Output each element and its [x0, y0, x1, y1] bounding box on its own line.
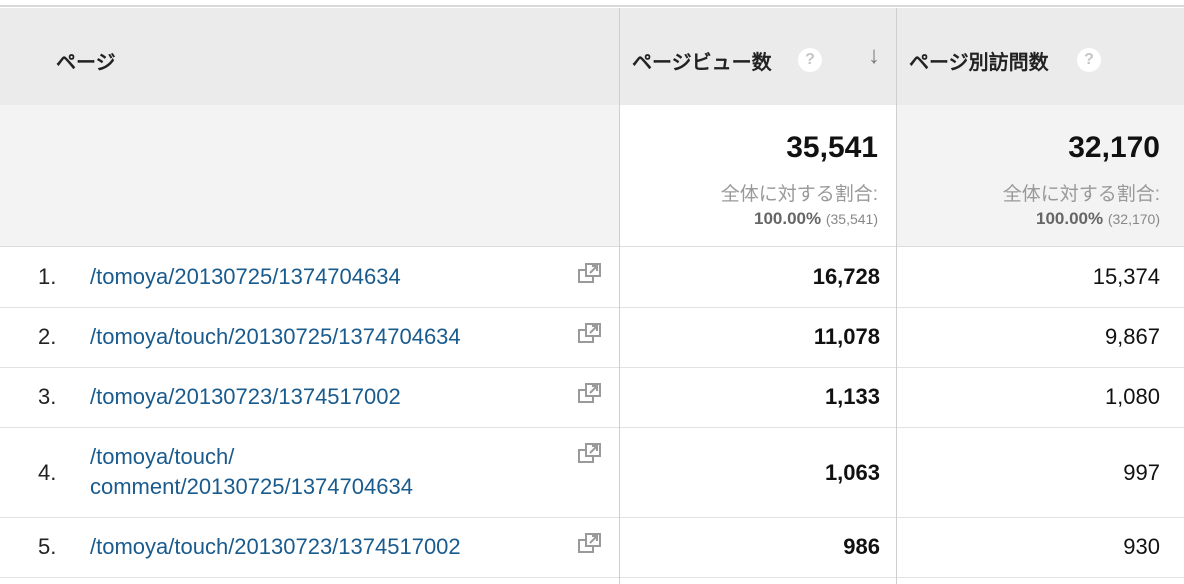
unique-pageviews-total: 32,170: [1068, 131, 1160, 164]
column-header-pageviews-label: ページビュー数: [632, 52, 772, 74]
page-link-line1[interactable]: /tomoya/touch/: [90, 444, 234, 469]
summary-pageviews-cell: 35,541 全体に対する割合: 100.00% (35,541): [620, 105, 896, 246]
page-link[interactable]: /tomoya/20130723/1374517002: [90, 382, 401, 412]
report-table: ページ ページビュー数 ? ↓ ページ別訪問数 ? 35,541 全体に対する割…: [0, 0, 1184, 584]
pageviews-value: 1,133: [824, 384, 880, 409]
pageviews-value: 986: [843, 534, 880, 559]
row-index: 4.: [38, 460, 57, 485]
table-row: 3. /tomoya/20130723/1374517002 1,133 1,0…: [0, 368, 1184, 428]
popout-icon[interactable]: [578, 263, 602, 285]
page-link[interactable]: /tomoya/touch/20130725/1374704634: [90, 322, 461, 352]
column-header-unique-pageviews[interactable]: ページ別訪問数 ?: [897, 8, 1184, 105]
row-index: 2.: [38, 324, 57, 349]
pageviews-pct-total: (35,541): [825, 211, 878, 227]
page-link-line2[interactable]: comment/20130725/1374704634: [90, 474, 413, 499]
table-row: 1. /tomoya/20130725/1374704634 16,728 15…: [0, 248, 1184, 308]
pageviews-value: 16,728: [812, 264, 880, 289]
column-header-unique-pageviews-label: ページ別訪問数: [909, 52, 1049, 74]
pageviews-pct: 100.00% (35,541): [754, 209, 878, 229]
row-index: 5.: [38, 534, 57, 559]
pageviews-value: 1,063: [824, 460, 880, 485]
table-header: ページ ページビュー数 ? ↓ ページ別訪問数 ?: [0, 8, 1184, 105]
row-index: 1.: [38, 264, 57, 289]
column-header-pageviews[interactable]: ページビュー数 ? ↓: [620, 8, 896, 105]
page-link[interactable]: /tomoya/touch/comment/20130725/137470463…: [90, 442, 413, 502]
unique-pageviews-value: 1,080: [1104, 384, 1160, 409]
popout-icon[interactable]: [578, 323, 602, 345]
pageviews-pct-value: 100.00%: [753, 209, 822, 228]
column-header-page[interactable]: ページ: [0, 8, 619, 105]
help-icon[interactable]: ?: [798, 48, 822, 72]
unique-pct-label: 全体に対する割合:: [1002, 184, 1160, 205]
unique-pageviews-value: 15,374: [1092, 264, 1160, 289]
pageviews-total: 35,541: [786, 131, 878, 164]
unique-pct-total: (32,170): [1107, 211, 1160, 227]
summary-row: 35,541 全体に対する割合: 100.00% (35,541) 32,170…: [0, 105, 1184, 247]
table-row: 5. /tomoya/touch/20130723/1374517002 986…: [0, 518, 1184, 578]
popout-icon[interactable]: [578, 383, 602, 405]
popout-icon[interactable]: [578, 533, 602, 555]
pageviews-value: 11,078: [813, 324, 880, 349]
unique-pct: 100.00% (32,170): [1036, 209, 1160, 229]
column-divider: [619, 8, 620, 584]
table-top-border: [0, 0, 1184, 7]
page-link[interactable]: /tomoya/20130725/1374704634: [90, 262, 401, 292]
pageviews-pct-label: 全体に対する割合:: [720, 184, 878, 205]
help-icon[interactable]: ?: [1077, 48, 1101, 72]
unique-pageviews-value: 9,867: [1104, 324, 1160, 349]
table-row: 4. /tomoya/touch/comment/20130725/137470…: [0, 428, 1184, 518]
column-header-page-label: ページ: [56, 52, 116, 74]
unique-pageviews-value: 930: [1123, 534, 1160, 559]
sort-desc-icon[interactable]: ↓: [868, 42, 880, 70]
row-index: 3.: [38, 384, 57, 409]
column-divider: [896, 8, 897, 584]
unique-pct-value: 100.00%: [1035, 209, 1104, 228]
unique-pageviews-value: 997: [1123, 460, 1160, 485]
popout-icon[interactable]: [578, 443, 602, 465]
page-link[interactable]: /tomoya/touch/20130723/1374517002: [90, 532, 461, 562]
table-row: 2. /tomoya/touch/20130725/1374704634 11,…: [0, 308, 1184, 368]
